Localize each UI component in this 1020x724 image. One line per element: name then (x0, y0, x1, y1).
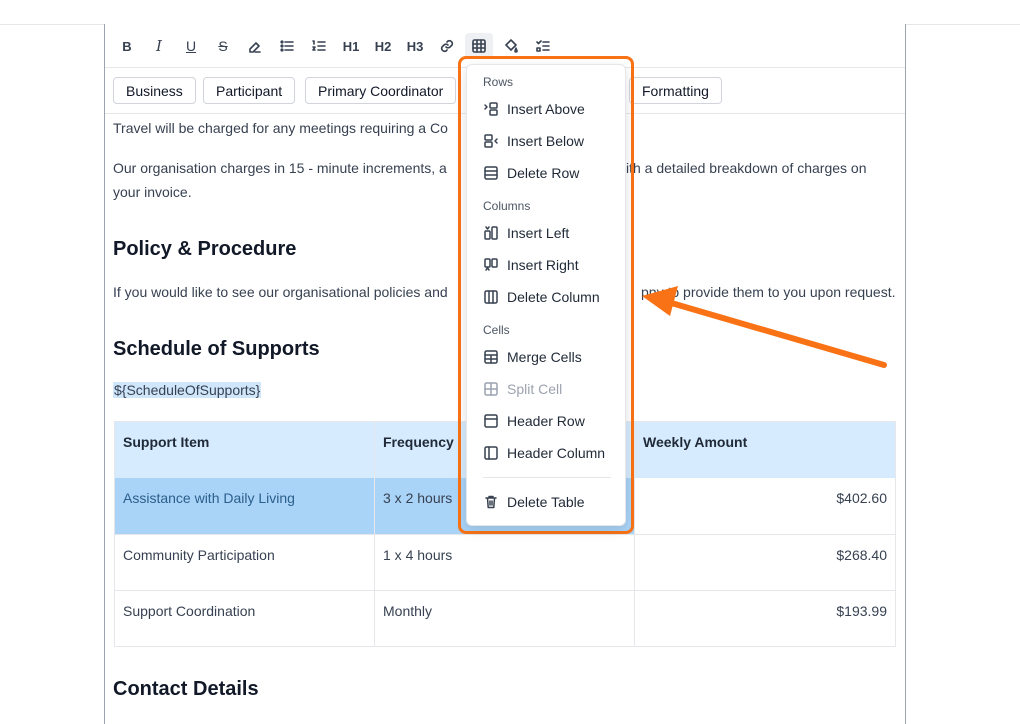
table-cell[interactable]: $193.99 (635, 591, 895, 646)
paragraph-charges-end: ith a detailed breakdown of charges on (626, 160, 867, 176)
h2-button[interactable]: H2 (369, 33, 397, 59)
table-row: Support Coordination Monthly $193.99 (115, 590, 895, 646)
link-icon (440, 39, 454, 53)
italic-button[interactable]: I (145, 33, 173, 59)
table-cell[interactable]: Assistance with Daily Living (115, 478, 375, 534)
menu-split-cell: Split Cell (467, 375, 627, 403)
table-cell[interactable]: 1 x 4 hours (375, 535, 635, 590)
table-cell[interactable]: Community Participation (115, 535, 375, 590)
bullet-list-button[interactable] (273, 33, 301, 59)
heading-contact: Contact Details (113, 678, 259, 700)
menu-label: Merge Cells (507, 349, 582, 365)
h1-button[interactable]: H1 (337, 33, 365, 59)
menu-label: Insert Below (507, 133, 585, 149)
delete-row-icon (484, 166, 498, 180)
chip-primary-coordinator[interactable]: Primary Coordinator (305, 77, 457, 104)
h3-label: H3 (406, 38, 424, 54)
menu-header-column[interactable]: Header Column (467, 439, 627, 467)
delete-column-icon (484, 290, 498, 304)
insert-row-above-icon (484, 102, 498, 116)
italic-icon: I (156, 37, 162, 55)
paint-bucket-icon (505, 39, 518, 53)
insert-row-below-icon (484, 134, 498, 148)
table-icon (472, 39, 486, 53)
menu-delete-column[interactable]: Delete Column (467, 283, 627, 311)
h2-label: H2 (374, 38, 392, 54)
menu-label: Delete Column (507, 289, 600, 305)
header-column-icon (484, 446, 498, 460)
menu-separator (483, 477, 611, 478)
menu-label: Header Row (507, 413, 585, 429)
table-row: Community Participation 1 x 4 hours $268… (115, 534, 895, 590)
menu-delete-table[interactable]: Delete Table (467, 488, 627, 516)
link-button[interactable] (433, 33, 461, 59)
heading-policy: Policy & Procedure (113, 238, 297, 260)
strikethrough-icon: S (218, 38, 228, 54)
strikethrough-button[interactable]: S (209, 33, 237, 59)
insert-column-right-icon (484, 258, 498, 271)
paragraph-invoice: your invoice. (113, 184, 192, 200)
menu-label: Insert Right (507, 257, 579, 273)
split-cell-icon (484, 382, 498, 396)
menu-delete-row[interactable]: Delete Row (467, 159, 627, 187)
table-cell[interactable]: $402.60 (635, 478, 895, 534)
table-context-menu: Rows Insert Above Insert Below Delete Ro… (466, 64, 626, 526)
header-row-icon (484, 414, 498, 428)
h3-button[interactable]: H3 (401, 33, 429, 59)
paragraph-travel: Travel will be charged for any meetings … (113, 120, 448, 136)
menu-insert-above[interactable]: Insert Above (467, 95, 627, 123)
chip-business[interactable]: Business (113, 77, 196, 104)
menu-insert-right[interactable]: Insert Right (467, 251, 627, 279)
table-cell[interactable]: $268.40 (635, 535, 895, 590)
chip-participant[interactable]: Participant (203, 77, 296, 104)
chip-formatting[interactable]: Formatting (629, 77, 722, 104)
paragraph-charges-start: Our organisation charges in 15 - minute … (113, 160, 447, 176)
paragraph-policies-start: If you would like to see our organisatio… (113, 284, 448, 300)
menu-section-columns: Columns (483, 199, 531, 213)
table-cell[interactable]: Monthly (375, 591, 635, 646)
underline-icon: U (185, 38, 197, 54)
table-cell[interactable]: Support Coordination (115, 591, 375, 646)
bold-icon: B (122, 38, 132, 54)
merge-cells-icon (484, 350, 498, 364)
paragraph-policies-end: ppy to provide them to you upon request. (641, 284, 896, 300)
header-support-item[interactable]: Support Item (115, 422, 375, 478)
menu-label: Split Cell (507, 381, 563, 397)
heading-schedule: Schedule of Supports (113, 338, 320, 360)
menu-merge-cells[interactable]: Merge Cells (467, 343, 627, 371)
menu-label: Insert Left (507, 225, 570, 241)
checklist-icon (536, 40, 550, 52)
numbered-list-button[interactable] (305, 33, 333, 59)
menu-section-cells: Cells (483, 323, 510, 337)
menu-label: Delete Row (507, 165, 580, 181)
underline-button[interactable]: U (177, 33, 205, 59)
schedule-variable[interactable]: ${ScheduleOfSupports} (113, 382, 262, 398)
bold-button[interactable]: B (113, 33, 141, 59)
header-weekly-amount[interactable]: Weekly Amount (635, 422, 895, 478)
numbered-list-icon (312, 40, 326, 51)
trash-icon (485, 495, 497, 509)
menu-label: Header Column (507, 445, 606, 461)
insert-column-left-icon (484, 226, 498, 240)
clear-format-button[interactable] (241, 33, 269, 59)
menu-label: Delete Table (507, 494, 585, 510)
eraser-icon (249, 42, 261, 53)
menu-label: Insert Above (507, 101, 585, 117)
menu-header-row[interactable]: Header Row (467, 407, 627, 435)
h1-label: H1 (342, 38, 360, 54)
bullet-list-icon (280, 40, 294, 52)
menu-insert-left[interactable]: Insert Left (467, 219, 627, 247)
menu-section-rows: Rows (483, 75, 514, 89)
menu-insert-below[interactable]: Insert Below (467, 127, 627, 155)
